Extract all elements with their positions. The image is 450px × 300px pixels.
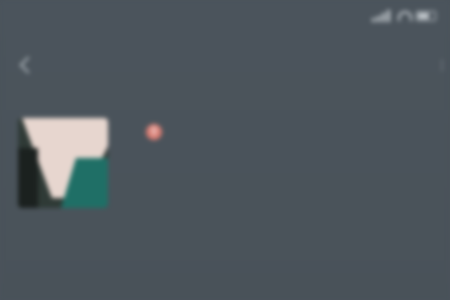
profile-card: ♀ <box>18 110 432 220</box>
status-icons <box>372 10 436 22</box>
name-row: ♀ <box>136 124 162 140</box>
back-icon[interactable] <box>14 54 36 76</box>
wifi-icon <box>398 11 412 21</box>
more-icon[interactable]: ⋮ <box>436 58 448 72</box>
signal-icon <box>372 10 390 22</box>
female-icon: ♀ <box>146 124 162 140</box>
nav-bar: ⋮ <box>0 48 450 84</box>
avatar[interactable] <box>18 118 108 208</box>
status-bar <box>0 0 450 36</box>
screen: ⋮ ♀ <box>0 0 450 300</box>
battery-icon <box>416 11 436 21</box>
